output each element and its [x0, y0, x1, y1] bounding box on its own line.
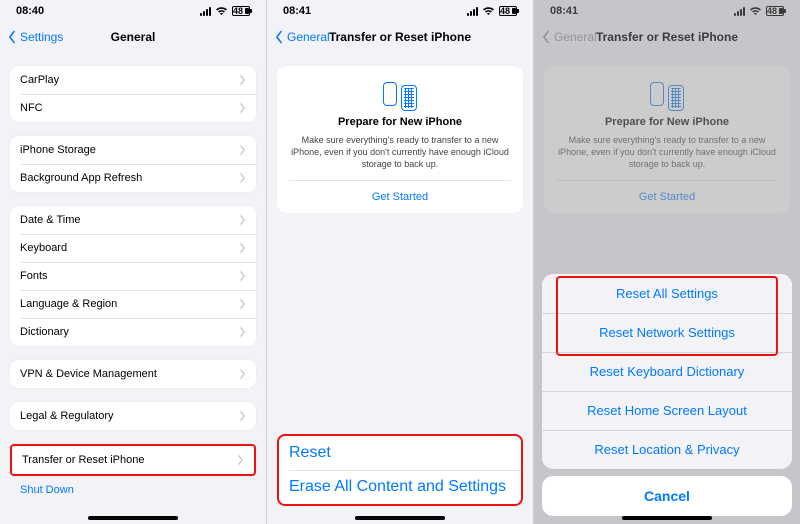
row-keyboard[interactable]: Keyboard — [10, 234, 256, 262]
status-time: 08:41 — [283, 5, 311, 17]
get-started-button[interactable]: Get Started — [289, 180, 511, 213]
status-bar: 08:40 48 — [0, 0, 266, 22]
settings-group-highlighted: Transfer or Reset iPhone — [10, 444, 256, 476]
chevron-right-icon — [239, 299, 246, 309]
row-dictionary[interactable]: Dictionary — [10, 318, 256, 346]
chevron-right-icon — [239, 411, 246, 421]
chevron-right-icon — [239, 173, 246, 183]
home-indicator[interactable] — [355, 516, 445, 520]
row-language-region[interactable]: Language & Region — [10, 290, 256, 318]
row-legal-regulatory[interactable]: Legal & Regulatory — [10, 402, 256, 430]
reset-network-settings-option[interactable]: Reset Network Settings — [542, 313, 792, 352]
shut-down-link[interactable]: Shut Down — [10, 476, 256, 504]
settings-group: Date & Time Keyboard Fonts Language & Re… — [10, 206, 256, 346]
back-button[interactable]: General — [273, 30, 330, 44]
chevron-right-icon — [239, 243, 246, 253]
cellular-signal-icon — [200, 7, 211, 16]
home-indicator[interactable] — [88, 516, 178, 520]
reset-keyboard-dictionary-option[interactable]: Reset Keyboard Dictionary — [542, 352, 792, 391]
chevron-right-icon — [239, 75, 246, 85]
settings-group: iPhone Storage Background App Refresh — [10, 136, 256, 192]
status-time: 08:40 — [16, 5, 44, 17]
settings-group: CarPlay NFC — [10, 66, 256, 122]
row-date-time[interactable]: Date & Time — [10, 206, 256, 234]
row-vpn-device-management[interactable]: VPN & Device Management — [10, 360, 256, 388]
settings-group: Legal & Regulatory — [10, 402, 256, 430]
screen-transfer-reset: 08:41 48 General Transfer or Reset iPhon… — [267, 0, 534, 524]
home-indicator[interactable] — [622, 516, 712, 520]
row-fonts[interactable]: Fonts — [10, 262, 256, 290]
back-label: General — [287, 30, 330, 44]
action-sheet: Reset All Settings Reset Network Setting… — [542, 274, 792, 516]
reset-button[interactable]: Reset — [279, 436, 521, 470]
prepare-card: Prepare for New iPhone Make sure everyth… — [277, 66, 523, 213]
chevron-right-icon — [239, 327, 246, 337]
screen-reset-action-sheet: 08:41 48 General Transfer or Reset iPhon… — [534, 0, 800, 524]
settings-group: VPN & Device Management — [10, 360, 256, 388]
battery-icon: 48 — [232, 6, 250, 16]
status-bar: 08:41 48 — [267, 0, 533, 22]
nav-bar: General Transfer or Reset iPhone — [267, 22, 533, 52]
back-button[interactable]: Settings — [6, 30, 63, 44]
wifi-icon — [482, 7, 495, 16]
battery-icon: 48 — [499, 6, 517, 16]
chevron-right-icon — [239, 369, 246, 379]
nav-bar: Settings General — [0, 22, 266, 52]
chevron-right-icon — [237, 455, 244, 465]
chevron-right-icon — [239, 145, 246, 155]
chevron-right-icon — [239, 103, 246, 113]
action-sheet-options: Reset All Settings Reset Network Setting… — [542, 274, 792, 469]
chevron-right-icon — [239, 215, 246, 225]
row-transfer-reset[interactable]: Transfer or Reset iPhone — [12, 446, 254, 474]
settings-list: CarPlay NFC iPhone Storage Background Ap… — [0, 66, 266, 504]
screen-general-settings: 08:40 48 Settings General CarPlay NFC iP… — [0, 0, 267, 524]
reset-location-privacy-option[interactable]: Reset Location & Privacy — [542, 430, 792, 469]
devices-icon — [289, 82, 511, 108]
card-body: Make sure everything's ready to transfer… — [289, 134, 511, 170]
cellular-signal-icon — [467, 7, 478, 16]
erase-all-button[interactable]: Erase All Content and Settings — [279, 470, 521, 504]
row-carplay[interactable]: CarPlay — [10, 66, 256, 94]
row-background-app-refresh[interactable]: Background App Refresh — [10, 164, 256, 192]
reset-home-screen-layout-option[interactable]: Reset Home Screen Layout — [542, 391, 792, 430]
reset-actions-highlighted: Reset Erase All Content and Settings — [277, 434, 523, 506]
wifi-icon — [215, 7, 228, 16]
card-heading: Prepare for New iPhone — [289, 116, 511, 128]
row-nfc[interactable]: NFC — [10, 94, 256, 122]
reset-all-settings-option[interactable]: Reset All Settings — [542, 274, 792, 313]
row-iphone-storage[interactable]: iPhone Storage — [10, 136, 256, 164]
cancel-button[interactable]: Cancel — [542, 476, 792, 516]
back-label: Settings — [20, 30, 63, 44]
chevron-right-icon — [239, 271, 246, 281]
